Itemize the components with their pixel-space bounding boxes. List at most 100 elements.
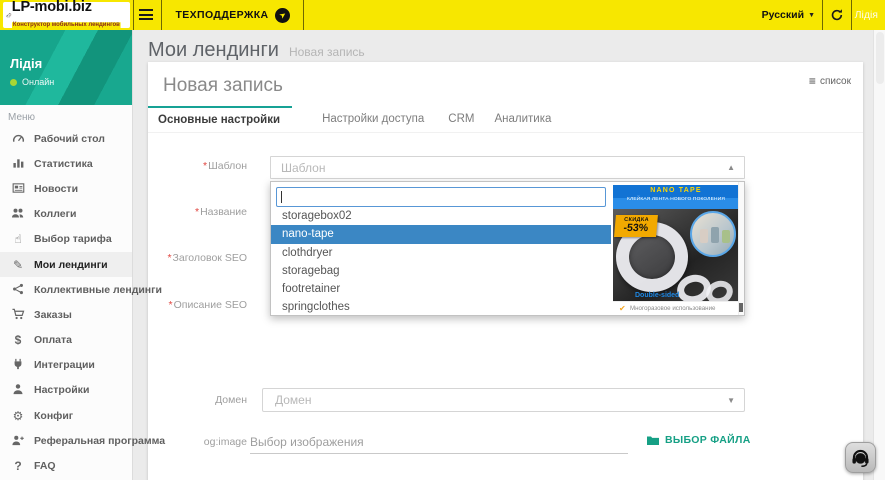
language-label: Русский <box>762 9 804 21</box>
file-select-button[interactable]: ВЫБОР ФАЙЛА <box>646 434 751 446</box>
share-icon <box>10 283 26 297</box>
tariff-hand-icon: ☝ <box>10 233 26 245</box>
topbar-username[interactable]: Лідія <box>855 0 878 30</box>
option-nano-tape[interactable]: nano-tape <box>271 225 611 243</box>
tab-main-settings[interactable]: Основные настройки <box>148 106 292 133</box>
option-storagebag[interactable]: storagebag <box>271 262 611 280</box>
sidebar-item-config[interactable]: ⚙ Конфиг <box>0 403 132 428</box>
support-label: ТЕХПОДДЕРЖКА <box>175 9 268 21</box>
sidebar-item-news[interactable]: Новости <box>0 176 132 201</box>
template-preview: NANO TAPE КЛЕЙКАЯ ЛЕНТА НОВОГО ПОКОЛЕНИЯ… <box>613 185 739 315</box>
profile-name: Лідія <box>10 56 42 71</box>
sidebar-item-desktop[interactable]: Рабочий стол <box>0 126 132 151</box>
topbar-divider <box>822 0 823 30</box>
option-springclothes[interactable]: springclothes <box>271 298 611 316</box>
page-scrollbar[interactable] <box>873 30 885 480</box>
question-icon: ? <box>10 460 26 472</box>
logo-title: LP-mobi.biz <box>12 0 130 14</box>
sidebar-item-integrations[interactable]: Интеграции <box>0 353 132 378</box>
template-dropdown: storagebox02 nano-tape clothdryer storag… <box>270 181 745 316</box>
sidebar-menu: Рабочий стол Статистика Новости Коллеги … <box>0 126 132 479</box>
sidebar-toggle-button[interactable] <box>139 9 153 23</box>
tab-analytics[interactable]: Аналитика <box>494 107 551 132</box>
sidebar-item-orders[interactable]: Заказы <box>0 302 132 327</box>
seo-title-label: *Заголовок SEO <box>151 252 247 264</box>
topbar: LP-mobi.biz Конструктор мобильных лендин… <box>0 0 885 30</box>
list-icon: ≡ <box>809 75 816 87</box>
sidebar-item-faq[interactable]: ? FAQ <box>0 453 132 478</box>
list-button[interactable]: ≡ список <box>809 75 851 87</box>
stats-icon <box>10 157 26 171</box>
dropdown-scrollbar[interactable] <box>738 182 744 315</box>
option-footretainer[interactable]: footretainer <box>271 280 611 298</box>
main-content: Мои лендинги Новая запись Новая запись ≡… <box>133 30 873 480</box>
gear-icon: ⚙ <box>10 410 26 422</box>
domain-label: Домен <box>151 394 247 406</box>
dollar-icon: $ <box>10 334 26 346</box>
refresh-button[interactable] <box>830 8 844 27</box>
page-subtitle: Новая запись <box>289 45 365 59</box>
preview-caption: Double-sided <box>635 292 679 299</box>
chat-support-button[interactable] <box>845 442 876 473</box>
name-label: *Название <box>151 206 247 218</box>
preview-inset-photo <box>690 211 736 257</box>
og-image-label: og:image <box>151 436 247 448</box>
logo-tagline: Конструктор мобильных лендингов <box>12 23 121 29</box>
preview-title: NANO TAPE <box>613 185 739 194</box>
chevron-down-icon: ▼ <box>727 396 744 405</box>
card-title: Новая запись <box>163 75 283 97</box>
dropdown-options: storagebox02 nano-tape clothdryer storag… <box>271 207 611 317</box>
chevron-down-icon: ▼ <box>808 12 815 19</box>
sidebar-item-statistics[interactable]: Статистика <box>0 151 132 176</box>
form-card: Новая запись ≡ список Основные настройки… <box>148 62 863 480</box>
headset-icon <box>850 447 871 468</box>
profile-status: Онлайн <box>22 77 54 87</box>
support-button[interactable]: ТЕХПОДДЕРЖКА ➤ <box>170 0 295 30</box>
refresh-icon <box>830 8 844 22</box>
language-selector[interactable]: Русский ▼ <box>762 0 815 30</box>
dropdown-search-input[interactable] <box>276 187 606 207</box>
option-storagebox02[interactable]: storagebox02 <box>271 207 611 225</box>
tab-bar: Основные настройки Настройки доступа CRM… <box>148 106 863 133</box>
discount-badge: СКИДКА -53% <box>614 215 658 237</box>
colleagues-icon <box>10 207 26 221</box>
page-title: Мои лендинги <box>148 39 279 62</box>
preview-subtitle: КЛЕЙКАЯ ЛЕНТА НОВОГО ПОКОЛЕНИЯ <box>616 196 737 202</box>
dropdown-scrollbar-thumb[interactable] <box>739 303 743 312</box>
template-select[interactable]: Шаблон ▲ <box>270 156 745 179</box>
page-scrollbar-thumb[interactable] <box>876 32 884 84</box>
topbar-divider <box>303 0 304 30</box>
preview-image: СКИДКА -53% Double-sided <box>613 209 739 301</box>
domain-select[interactable]: Домен ▼ <box>262 388 745 412</box>
news-icon <box>10 182 26 196</box>
option-clothdryer[interactable]: clothdryer <box>271 244 611 262</box>
my-landings-pencil-icon: ✎ <box>10 259 26 271</box>
sidebar-item-payment[interactable]: $ Оплата <box>0 328 132 353</box>
sidebar-item-my-landings[interactable]: ✎ Мои лендинги <box>0 252 132 277</box>
plug-icon <box>10 358 26 372</box>
telegram-icon: ➤ <box>275 8 290 23</box>
online-status-dot <box>10 79 17 86</box>
chevron-up-icon: ▲ <box>727 163 744 172</box>
topbar-divider <box>133 0 134 30</box>
user-plus-icon <box>10 434 26 448</box>
sidebar-item-colleagues[interactable]: Коллеги <box>0 202 132 227</box>
sidebar: Лідія Онлайн Меню Рабочий стол Статистик… <box>0 30 133 480</box>
sidebar-item-tariff[interactable]: ☝ Выбор тарифа <box>0 227 132 252</box>
text-cursor <box>281 191 282 203</box>
cart-icon <box>10 308 26 322</box>
preview-header: NANO TAPE КЛЕЙКАЯ ЛЕНТА НОВОГО ПОКОЛЕНИЯ <box>613 185 739 209</box>
sidebar-item-settings[interactable]: Настройки <box>0 378 132 403</box>
topbar-divider <box>851 0 852 30</box>
logo[interactable]: LP-mobi.biz Конструктор мобильных лендин… <box>3 2 130 28</box>
sidebar-item-referral[interactable]: Реферальная программа <box>0 428 132 453</box>
breadcrumb: Мои лендинги Новая запись <box>148 39 365 62</box>
menu-section-label: Меню <box>8 112 35 123</box>
preview-feature-row: ✔ Многоразовое использование <box>613 301 739 315</box>
tab-crm[interactable]: CRM <box>448 107 474 132</box>
sidebar-item-collective-landings[interactable]: Коллективные лендинги <box>0 277 132 302</box>
og-image-input[interactable] <box>250 430 628 454</box>
tab-access-settings[interactable]: Настройки доступа <box>322 107 424 132</box>
topbar-divider <box>161 0 162 30</box>
app-window: LP-mobi.biz Конструктор мобильных лендин… <box>0 0 885 480</box>
